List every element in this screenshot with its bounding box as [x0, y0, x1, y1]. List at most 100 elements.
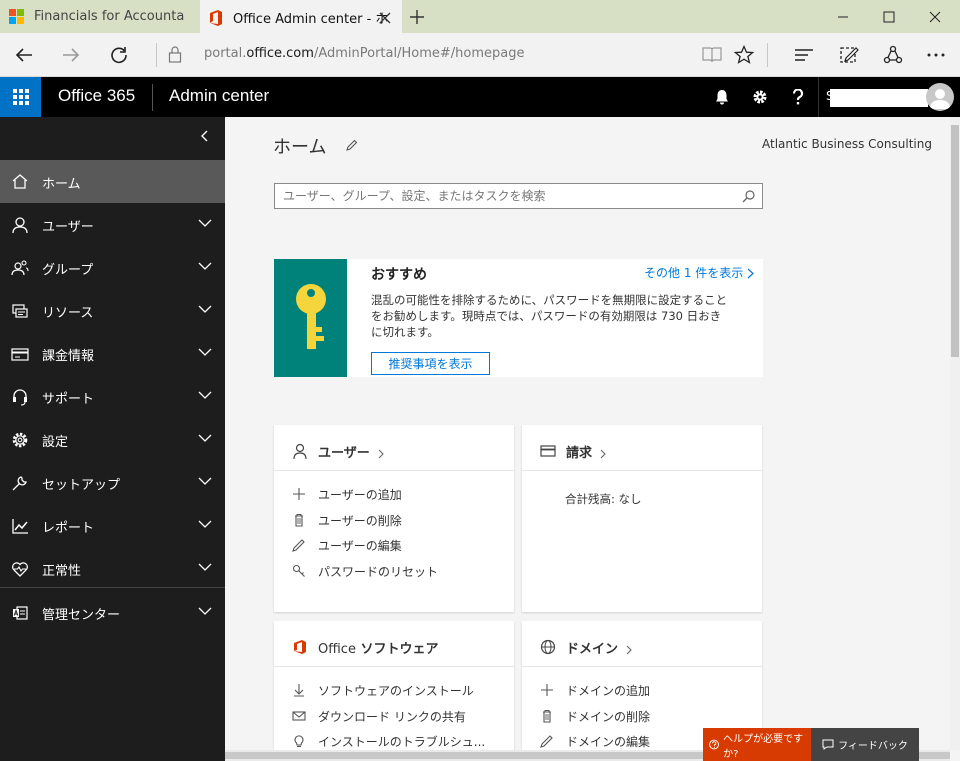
share-download-link[interactable]: ダウンロード リンクの共有	[292, 706, 466, 726]
vertical-scrollbar[interactable]	[950, 117, 960, 750]
address-bar[interactable]: portal.office.com/AdminPortal/Home#/home…	[204, 46, 524, 61]
reset-password-link[interactable]: パスワードのリセット	[292, 561, 438, 581]
app-launcher-button[interactable]	[0, 77, 41, 117]
key-icon	[292, 564, 305, 577]
organization-name: Atlantic Business Consulting	[762, 137, 932, 151]
sidebar-item-home[interactable]: ホーム	[0, 160, 225, 203]
search-input[interactable]	[275, 184, 735, 208]
more-button[interactable]	[922, 41, 950, 69]
search-icon[interactable]	[742, 190, 755, 203]
edit-pencil-icon[interactable]	[346, 139, 358, 151]
tab-office-admin[interactable]: Office Admin center - ホ	[200, 0, 402, 33]
header-divider	[152, 84, 153, 111]
share-button[interactable]	[879, 41, 907, 69]
scrollbar-thumb[interactable]	[951, 125, 959, 357]
close-tab-icon[interactable]	[378, 11, 392, 25]
chevron-down-icon	[198, 520, 212, 528]
card-header[interactable]: Office ソフトウェア	[274, 621, 514, 667]
billing-icon	[11, 348, 29, 361]
back-button[interactable]	[10, 41, 38, 69]
tab-title: Financials for Accountants—	[34, 9, 184, 24]
group-icon	[11, 260, 29, 276]
chevron-down-icon	[198, 563, 212, 571]
person-icon	[930, 89, 950, 109]
recommendation-text: 混乱の可能性を排除するために、パスワードを無期限に設定することをお勧めします。現…	[371, 293, 728, 339]
notifications-button[interactable]	[703, 77, 741, 117]
new-tab-icon[interactable]	[408, 8, 426, 26]
user-name[interactable]: S	[826, 89, 928, 107]
troubleshoot-install-link[interactable]: インストールのトラブルシュ...	[292, 731, 485, 750]
card-header[interactable]: ユーザー	[274, 425, 514, 471]
link-label: ドメインの編集	[566, 734, 651, 749]
wrench-icon	[12, 476, 27, 491]
recommendation-card: おすすめ その他 1 件を表示 混乱の可能性を排除するために、パスワードを無期限…	[274, 259, 763, 377]
card-header[interactable]: 請求	[522, 425, 762, 471]
hub-icon	[795, 49, 813, 61]
refresh-button[interactable]	[105, 41, 133, 69]
card-title: 請求	[566, 442, 606, 461]
feedback-button[interactable]: フィードバック	[811, 728, 919, 761]
sidebar-item-setup[interactable]: セットアップ	[0, 461, 225, 504]
add-user-link[interactable]: ユーザーの追加	[292, 484, 402, 504]
office-software-card: Office ソフトウェア ソフトウェアのインストール ダウンロード リンクの共…	[274, 621, 514, 750]
delete-domain-link[interactable]: ドメインの削除	[540, 706, 650, 726]
card-title-text: 請求	[566, 446, 593, 461]
feedback-label: フィードバック	[838, 741, 908, 752]
sidebar-item-groups[interactable]: グループ	[0, 246, 225, 289]
avatar[interactable]	[926, 83, 954, 111]
page-title: ホーム	[273, 137, 327, 158]
reading-view-button[interactable]	[698, 41, 726, 69]
sidebar-item-billing[interactable]: 課金情報	[0, 332, 225, 375]
user-icon	[293, 443, 307, 459]
chevron-down-icon	[198, 607, 212, 615]
link-label: ドメインの削除	[566, 709, 651, 724]
key-icon	[295, 284, 326, 349]
link-label: ドメインの追加	[566, 683, 651, 698]
card-header[interactable]: ドメイン	[522, 621, 762, 667]
favorite-button[interactable]	[730, 41, 758, 69]
maximize-button[interactable]	[866, 0, 912, 33]
need-help-label: ヘルプが必要ですか?	[723, 733, 804, 760]
bell-icon	[716, 90, 728, 105]
card-title: ユーザー	[318, 442, 384, 461]
book-icon	[702, 47, 722, 63]
forward-button[interactable]	[57, 41, 85, 69]
help-button[interactable]	[779, 77, 817, 117]
navbar-divider	[767, 43, 768, 67]
collapse-nav-icon[interactable]	[198, 129, 212, 143]
chevron-down-icon	[198, 348, 212, 356]
sidebar-item-support[interactable]: サポート	[0, 375, 225, 418]
resources-icon	[12, 304, 28, 318]
settings-button[interactable]	[741, 77, 779, 117]
globe-icon	[540, 639, 556, 655]
add-domain-link[interactable]: ドメインの追加	[540, 680, 650, 700]
sidebar-item-settings[interactable]: 設定	[0, 418, 225, 461]
delete-user-link[interactable]: ユーザーの削除	[292, 510, 402, 530]
brand-name[interactable]: Office 365	[58, 86, 135, 106]
hub-button[interactable]	[790, 41, 818, 69]
lock-icon	[168, 46, 182, 63]
edit-domain-link[interactable]: ドメインの編集	[540, 731, 650, 750]
edit-user-link[interactable]: ユーザーの編集	[292, 535, 402, 555]
chevron-down-icon	[198, 391, 212, 399]
install-software-link[interactable]: ソフトウェアのインストール	[292, 680, 474, 700]
url-domain: office.com	[246, 46, 314, 61]
sidebar-item-label: レポート	[42, 521, 95, 536]
sidebar-item-health[interactable]: 正常性	[0, 547, 225, 590]
sidebar-divider	[0, 587, 225, 588]
close-window-button[interactable]	[912, 0, 958, 33]
sidebar-item-admin-centers[interactable]: 管理センター	[0, 591, 225, 634]
tab-financials[interactable]: Financials for Accountants—	[0, 0, 200, 33]
sidebar-item-reports[interactable]: レポート	[0, 504, 225, 547]
need-help-button[interactable]: ヘルプが必要ですか?	[703, 728, 811, 761]
show-more-link[interactable]: その他 1 件を表示	[644, 264, 755, 281]
chart-icon	[12, 519, 28, 534]
web-note-button[interactable]	[835, 41, 863, 69]
sidebar-item-users[interactable]: ユーザー	[0, 203, 225, 246]
chevron-down-icon	[198, 477, 212, 485]
minimize-button[interactable]	[820, 0, 866, 33]
home-icon	[12, 174, 28, 189]
url-path: /AdminPortal/Home#/homepage	[313, 46, 525, 61]
sidebar-item-resources[interactable]: リソース	[0, 289, 225, 332]
view-recommendation-button[interactable]: 推奨事項を表示	[371, 352, 490, 375]
